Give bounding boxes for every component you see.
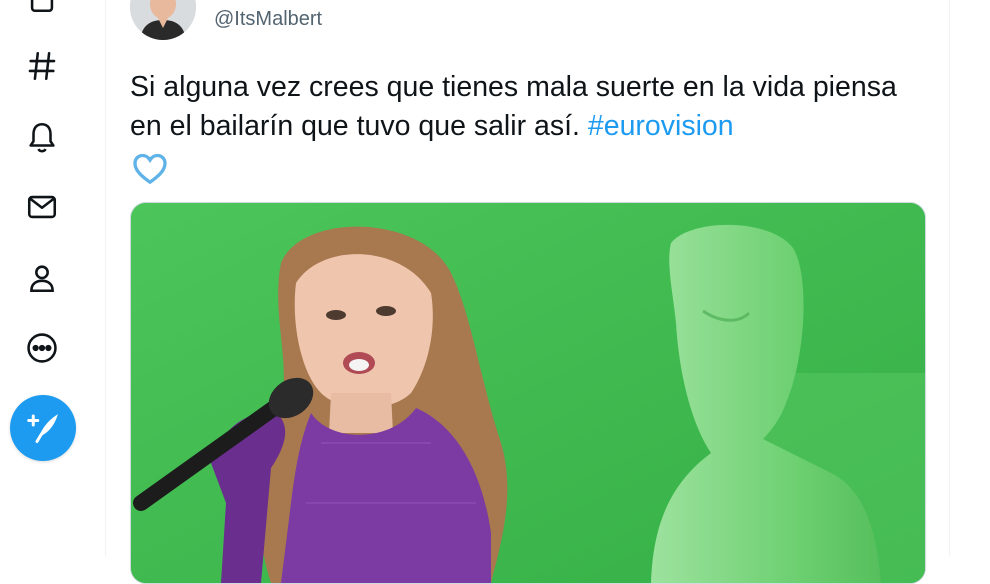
blue-heart-icon bbox=[130, 148, 170, 199]
tweet-media-image[interactable] bbox=[130, 202, 926, 584]
sidebar-nav bbox=[0, 0, 90, 556]
explore-hashtag-icon[interactable] bbox=[22, 46, 62, 86]
messages-mail-icon[interactable] bbox=[22, 187, 62, 227]
compose-tweet-button[interactable] bbox=[10, 395, 76, 461]
hashtag-link[interactable]: #eurovision bbox=[588, 110, 734, 142]
user-handle[interactable]: @ItsMalbert bbox=[214, 8, 322, 31]
compose-feather-icon bbox=[27, 414, 58, 443]
bookmark-icon[interactable] bbox=[22, 0, 62, 18]
notifications-bell-icon[interactable] bbox=[22, 117, 62, 157]
tweet-text: Si alguna vez crees que tienes mala suer… bbox=[130, 68, 930, 199]
profile-person-icon[interactable] bbox=[22, 258, 62, 298]
more-dots-icon[interactable] bbox=[22, 328, 62, 368]
tweet-body: Si alguna vez crees que tienes mala suer… bbox=[130, 71, 897, 142]
